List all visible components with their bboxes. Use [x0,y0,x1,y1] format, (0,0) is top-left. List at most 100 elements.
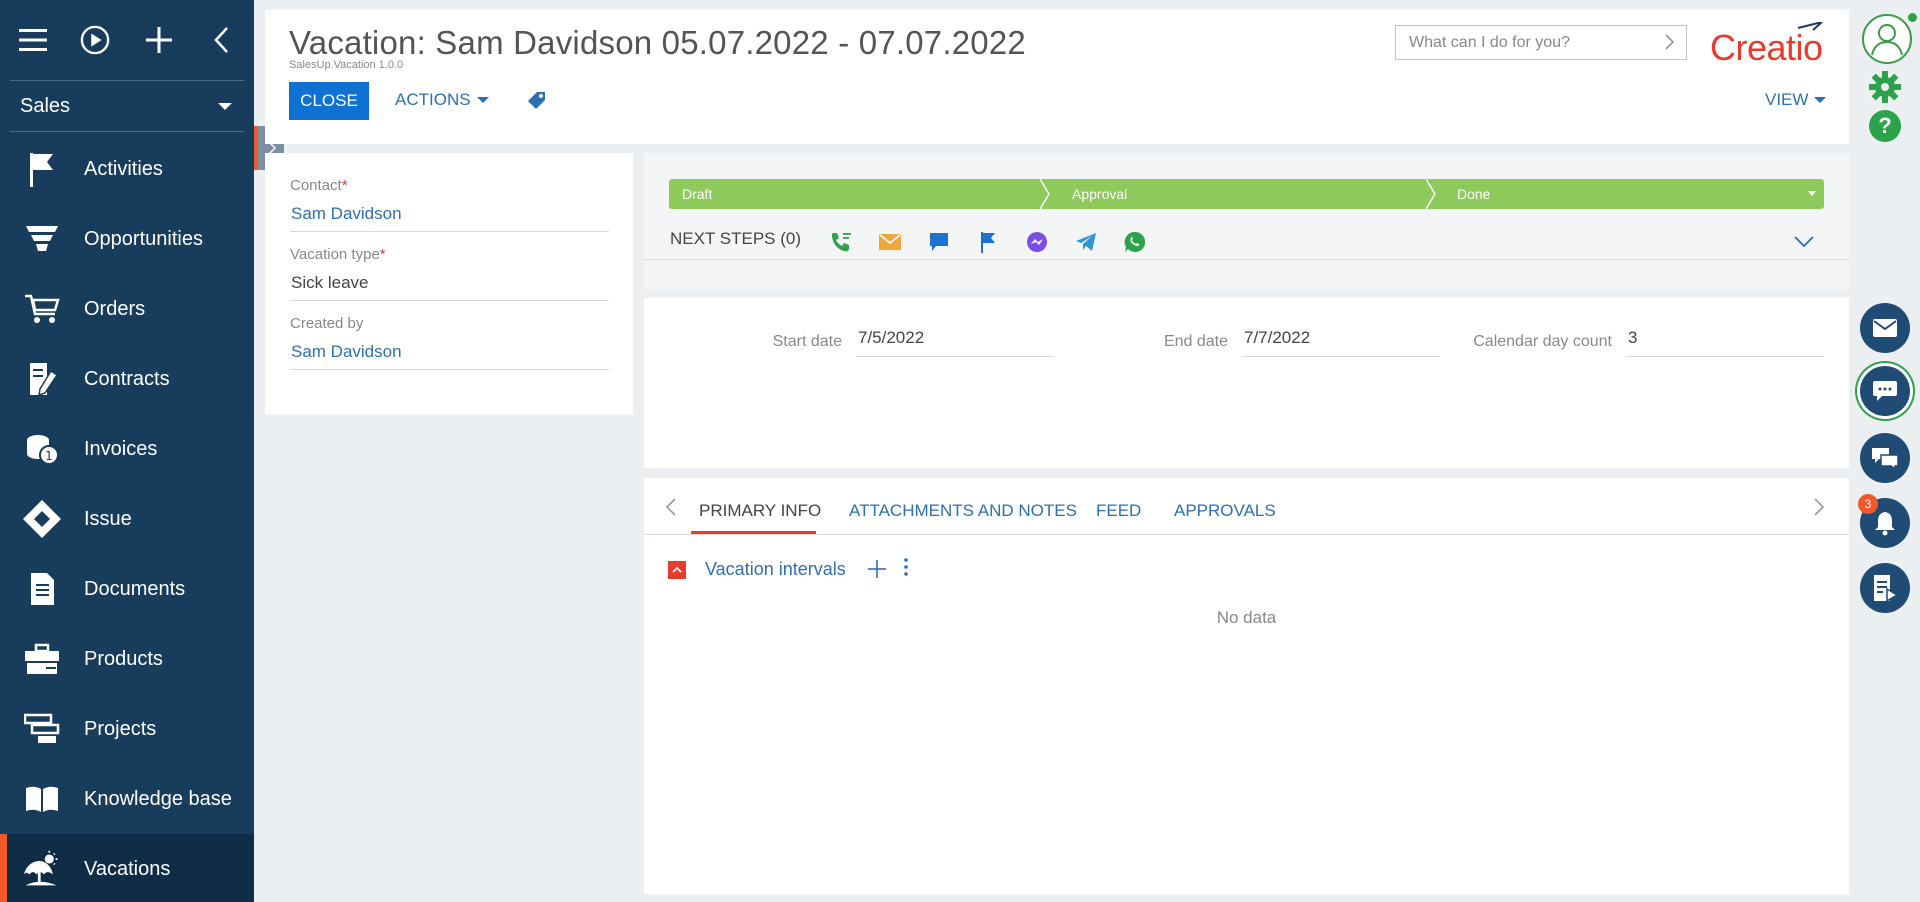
projects-icon [22,709,62,749]
sidebar-item-opportunities[interactable]: Opportunities [0,204,254,274]
tab-attachments-and-notes[interactable]: ATTACHMENTS AND NOTES [849,501,1077,521]
more-options-icon[interactable] [903,558,908,581]
user-avatar[interactable] [1862,14,1912,64]
end-date-input[interactable]: 7/7/2022 [1242,328,1440,357]
divider [644,259,1849,260]
back-icon[interactable] [206,25,236,55]
sidebar-item-products[interactable]: Products [0,624,254,694]
run-process-icon[interactable] [80,25,110,55]
briefcase-icon [22,639,62,679]
sidebar-item-projects[interactable]: Projects [0,694,254,764]
sidebar-item-label: Opportunities [84,227,203,250]
day-count-label: Calendar day count [1473,333,1612,350]
day-count-input[interactable]: 3 [1626,328,1824,357]
sidebar-item-label: Issue [84,507,132,530]
whatsapp-icon[interactable] [1121,229,1149,255]
stage-approval[interactable]: Approval [1049,179,1436,209]
email-icon[interactable] [876,229,904,255]
profile-panel: Contact* Sam Davidson Vacation type* Sic… [265,153,633,414]
sidebar-item-label: Products [84,647,163,670]
tabs-panel: PRIMARY INFO ATTACHMENTS AND NOTES FEED … [644,478,1849,894]
command-search-input[interactable]: What can I do for you? [1395,25,1687,60]
sidebar-item-activities[interactable]: Activities [0,134,254,204]
tab-approvals[interactable]: APPROVALS [1174,501,1276,521]
chat-panel-button[interactable] [1860,366,1910,416]
dates-panel: Start date 7/5/2022 End date 7/7/2022 Ca… [644,298,1849,468]
process-panel-button[interactable] [1860,563,1910,613]
telegram-icon[interactable] [1072,229,1100,255]
tab-scroll-right-icon[interactable] [1814,498,1825,521]
tab-scroll-left-icon[interactable] [665,498,676,521]
sidebar-item-invoices[interactable]: 1 Invoices [0,414,254,484]
field-label: Contact* [290,177,348,194]
help-icon[interactable]: ? [1869,110,1901,142]
creatio-logo: Creatio [1710,21,1830,77]
stage-label: Draft [682,186,713,202]
view-label: VIEW [1765,90,1809,109]
start-date-field: Start date 7/5/2022 [744,328,1054,357]
sidebar-item-knowledge-base[interactable]: Knowledge base [0,764,254,834]
next-steps-tab[interactable]: NEXT STEPS (0) [670,229,801,249]
vacation-type-field: Vacation type* Sick leave [290,246,609,301]
feed-panel-button[interactable] [1860,433,1910,483]
coins-icon: 1 [22,429,62,469]
chevron-right-icon [1665,34,1675,55]
tab-feed[interactable]: FEED [1096,501,1141,521]
gear-icon[interactable] [1868,70,1902,109]
contact-value[interactable]: Sam Davidson [290,197,609,232]
detail-title[interactable]: Vacation intervals [705,559,846,580]
chevron-down-icon[interactable] [1808,191,1816,196]
notification-count-badge: 3 [1858,494,1878,514]
diamond-icon [22,499,62,539]
sidebar-item-contracts[interactable]: Contracts [0,344,254,414]
tag-icon[interactable] [527,90,547,115]
sidebar-toolbar [0,0,254,80]
sidebar-item-label: Vacations [84,857,171,880]
search-placeholder: What can I do for you? [1409,33,1570,51]
stage-label: Done [1457,186,1491,202]
menu-icon[interactable] [18,25,48,55]
start-date-input[interactable]: 7/5/2022 [856,328,1054,357]
task-flag-icon[interactable] [974,229,1002,255]
messenger-icon[interactable] [1023,229,1051,255]
envelope-icon [1873,319,1897,337]
stage-bar: Draft Approval Done [669,179,1824,209]
sidebar-item-issue[interactable]: Issue [0,484,254,554]
messages-icon [1872,448,1899,470]
tab-primary-info[interactable]: PRIMARY INFO [699,501,821,521]
end-date-label: End date [1163,333,1228,350]
email-panel-button[interactable] [1860,303,1910,353]
stage-done[interactable]: Done [1435,179,1824,209]
vacation-type-value[interactable]: Sick leave [290,266,609,301]
workspace-selector[interactable]: Sales [0,81,254,131]
day-count-field: Calendar day count 3 [1464,328,1824,357]
view-button[interactable]: VIEW [1765,90,1827,110]
comment-icon[interactable] [925,229,953,255]
sidebar-item-label: Projects [84,717,157,740]
add-icon[interactable] [144,25,174,55]
flag-icon [22,149,62,189]
vacation-intervals-detail: Vacation intervals [668,558,908,581]
book-icon [22,779,62,819]
created-by-value[interactable]: Sam Davidson [290,335,609,370]
cart-icon [22,289,62,329]
sidebar-item-vacations[interactable]: Vacations [0,834,254,902]
add-record-icon[interactable] [867,559,886,580]
stage-draft[interactable]: Draft [669,179,1050,209]
sidebar-item-label: Invoices [84,437,158,460]
right-rail: ? 3 [1858,0,1920,902]
actions-label: ACTIONS [395,90,471,109]
document-icon [22,569,62,609]
actions-button[interactable]: ACTIONS [395,90,489,110]
sidebar-divider [10,131,244,132]
sidebar-item-label: Documents [84,577,186,600]
process-log-icon [1874,575,1898,602]
sidebar-item-documents[interactable]: Documents [0,554,254,624]
collapse-icon[interactable] [668,560,686,579]
call-icon[interactable] [827,229,855,255]
created-by-field: Created by Sam Davidson [290,315,609,370]
sidebar-item-orders[interactable]: Orders [0,274,254,344]
close-button[interactable]: CLOSE [289,82,369,120]
chevron-down-icon[interactable] [1794,235,1814,253]
tab-bar: PRIMARY INFO ATTACHMENTS AND NOTES FEED … [644,478,1849,535]
